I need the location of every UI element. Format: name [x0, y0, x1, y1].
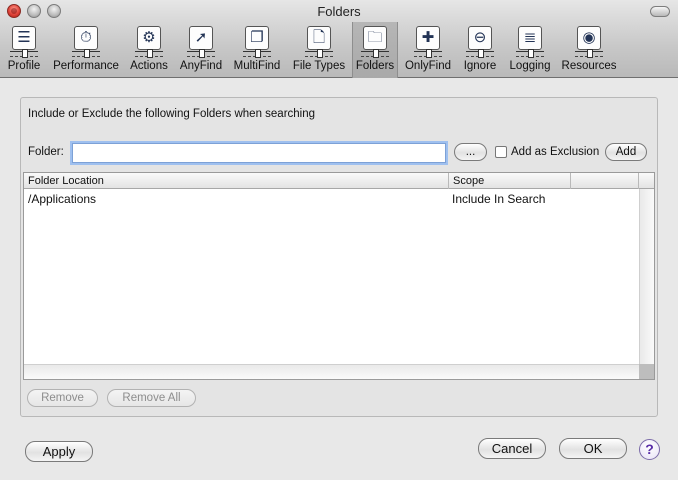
preferences-toolbar: ☰ Profile ⏱ Performance ⚙ Actions ➚ AnyF… [0, 22, 678, 78]
browse-button[interactable]: ... [454, 143, 487, 161]
cell-folder-location: /Applications [28, 192, 97, 206]
apply-button[interactable]: Apply [25, 441, 93, 462]
exclusion-checkbox-label[interactable]: Add as Exclusion [511, 146, 599, 158]
toolbar-item-label: AnyFind [179, 60, 223, 72]
column-header-empty[interactable] [571, 173, 639, 189]
ok-button[interactable]: OK [559, 438, 627, 459]
scroll-corner [639, 364, 654, 379]
cancel-button[interactable]: Cancel [478, 438, 546, 459]
profile-icon: ☰ [10, 26, 38, 58]
folders-icon: 🗀 [361, 26, 389, 58]
remove-all-button[interactable]: Remove All [107, 389, 196, 407]
toolbar-item-ignore[interactable]: ⊖ Ignore [458, 22, 502, 78]
toolbar-item-folders[interactable]: 🗀 Folders [352, 22, 398, 78]
folder-label: Folder: [28, 146, 64, 158]
toolbar-item-label: Performance [53, 60, 119, 72]
toolbar-item-label: MultiFind [233, 60, 281, 72]
file-types-icon: 🗋 [305, 26, 333, 58]
vertical-scrollbar[interactable] [639, 189, 654, 364]
logging-icon: ≣ [516, 26, 544, 58]
title-bar: Folders ☰ Profile ⏱ Performance ⚙ Action… [0, 0, 678, 78]
toolbar-item-resources[interactable]: ◉ Resources [559, 22, 619, 78]
anyfind-icon: ➚ [187, 26, 215, 58]
toolbar-item-multifind[interactable]: ❐ MultiFind [229, 22, 285, 78]
horizontal-scrollbar[interactable] [24, 364, 639, 379]
multifind-icon: ❐ [243, 26, 271, 58]
instruction-text: Include or Exclude the following Folders… [28, 108, 316, 120]
toolbar-item-onlyfind[interactable]: ✚ OnlyFind [401, 22, 455, 78]
toolbar-item-label: Folders [355, 60, 395, 72]
performance-icon: ⏱ [72, 26, 100, 58]
folders-table[interactable]: Folder Location Scope /Applications Incl… [23, 172, 655, 380]
toolbar-item-file-types[interactable]: 🗋 File Types [288, 22, 350, 78]
toolbar-item-label: Logging [509, 60, 551, 72]
table-row[interactable]: /Applications Include In Search [24, 190, 639, 208]
resources-icon: ◉ [575, 26, 603, 58]
toolbar-item-anyfind[interactable]: ➚ AnyFind [176, 22, 226, 78]
remove-button[interactable]: Remove [27, 389, 98, 407]
toolbar-item-label: OnlyFind [404, 60, 452, 72]
cell-scope: Include In Search [452, 192, 546, 206]
toolbar-item-performance[interactable]: ⏱ Performance [48, 22, 124, 78]
folder-input[interactable] [72, 143, 446, 163]
ignore-icon: ⊖ [466, 26, 494, 58]
toolbar-item-label: Actions [130, 60, 168, 72]
column-header-scope[interactable]: Scope [449, 173, 571, 189]
toolbar-item-logging[interactable]: ≣ Logging [505, 22, 555, 78]
add-button[interactable]: Add [605, 143, 647, 161]
onlyfind-icon: ✚ [414, 26, 442, 58]
exclusion-checkbox[interactable] [495, 146, 507, 158]
folders-panel: Include or Exclude the following Folders… [20, 97, 658, 417]
toolbar-item-label: File Types [292, 60, 346, 72]
toolbar-item-label: Ignore [463, 60, 497, 72]
toolbar-item-label: Resources [561, 60, 617, 72]
toolbar-item-actions[interactable]: ⚙ Actions [126, 22, 172, 78]
window-title: Folders [317, 4, 361, 19]
gear-icon: ⚙ [135, 26, 163, 58]
help-button[interactable]: ? [639, 439, 660, 460]
toolbar-item-profile[interactable]: ☰ Profile [2, 22, 46, 78]
toolbar-toggle-button[interactable] [650, 6, 670, 17]
column-header-folder-location[interactable]: Folder Location [24, 173, 449, 189]
table-header: Folder Location Scope [24, 173, 654, 189]
toolbar-item-label: Profile [7, 60, 41, 72]
